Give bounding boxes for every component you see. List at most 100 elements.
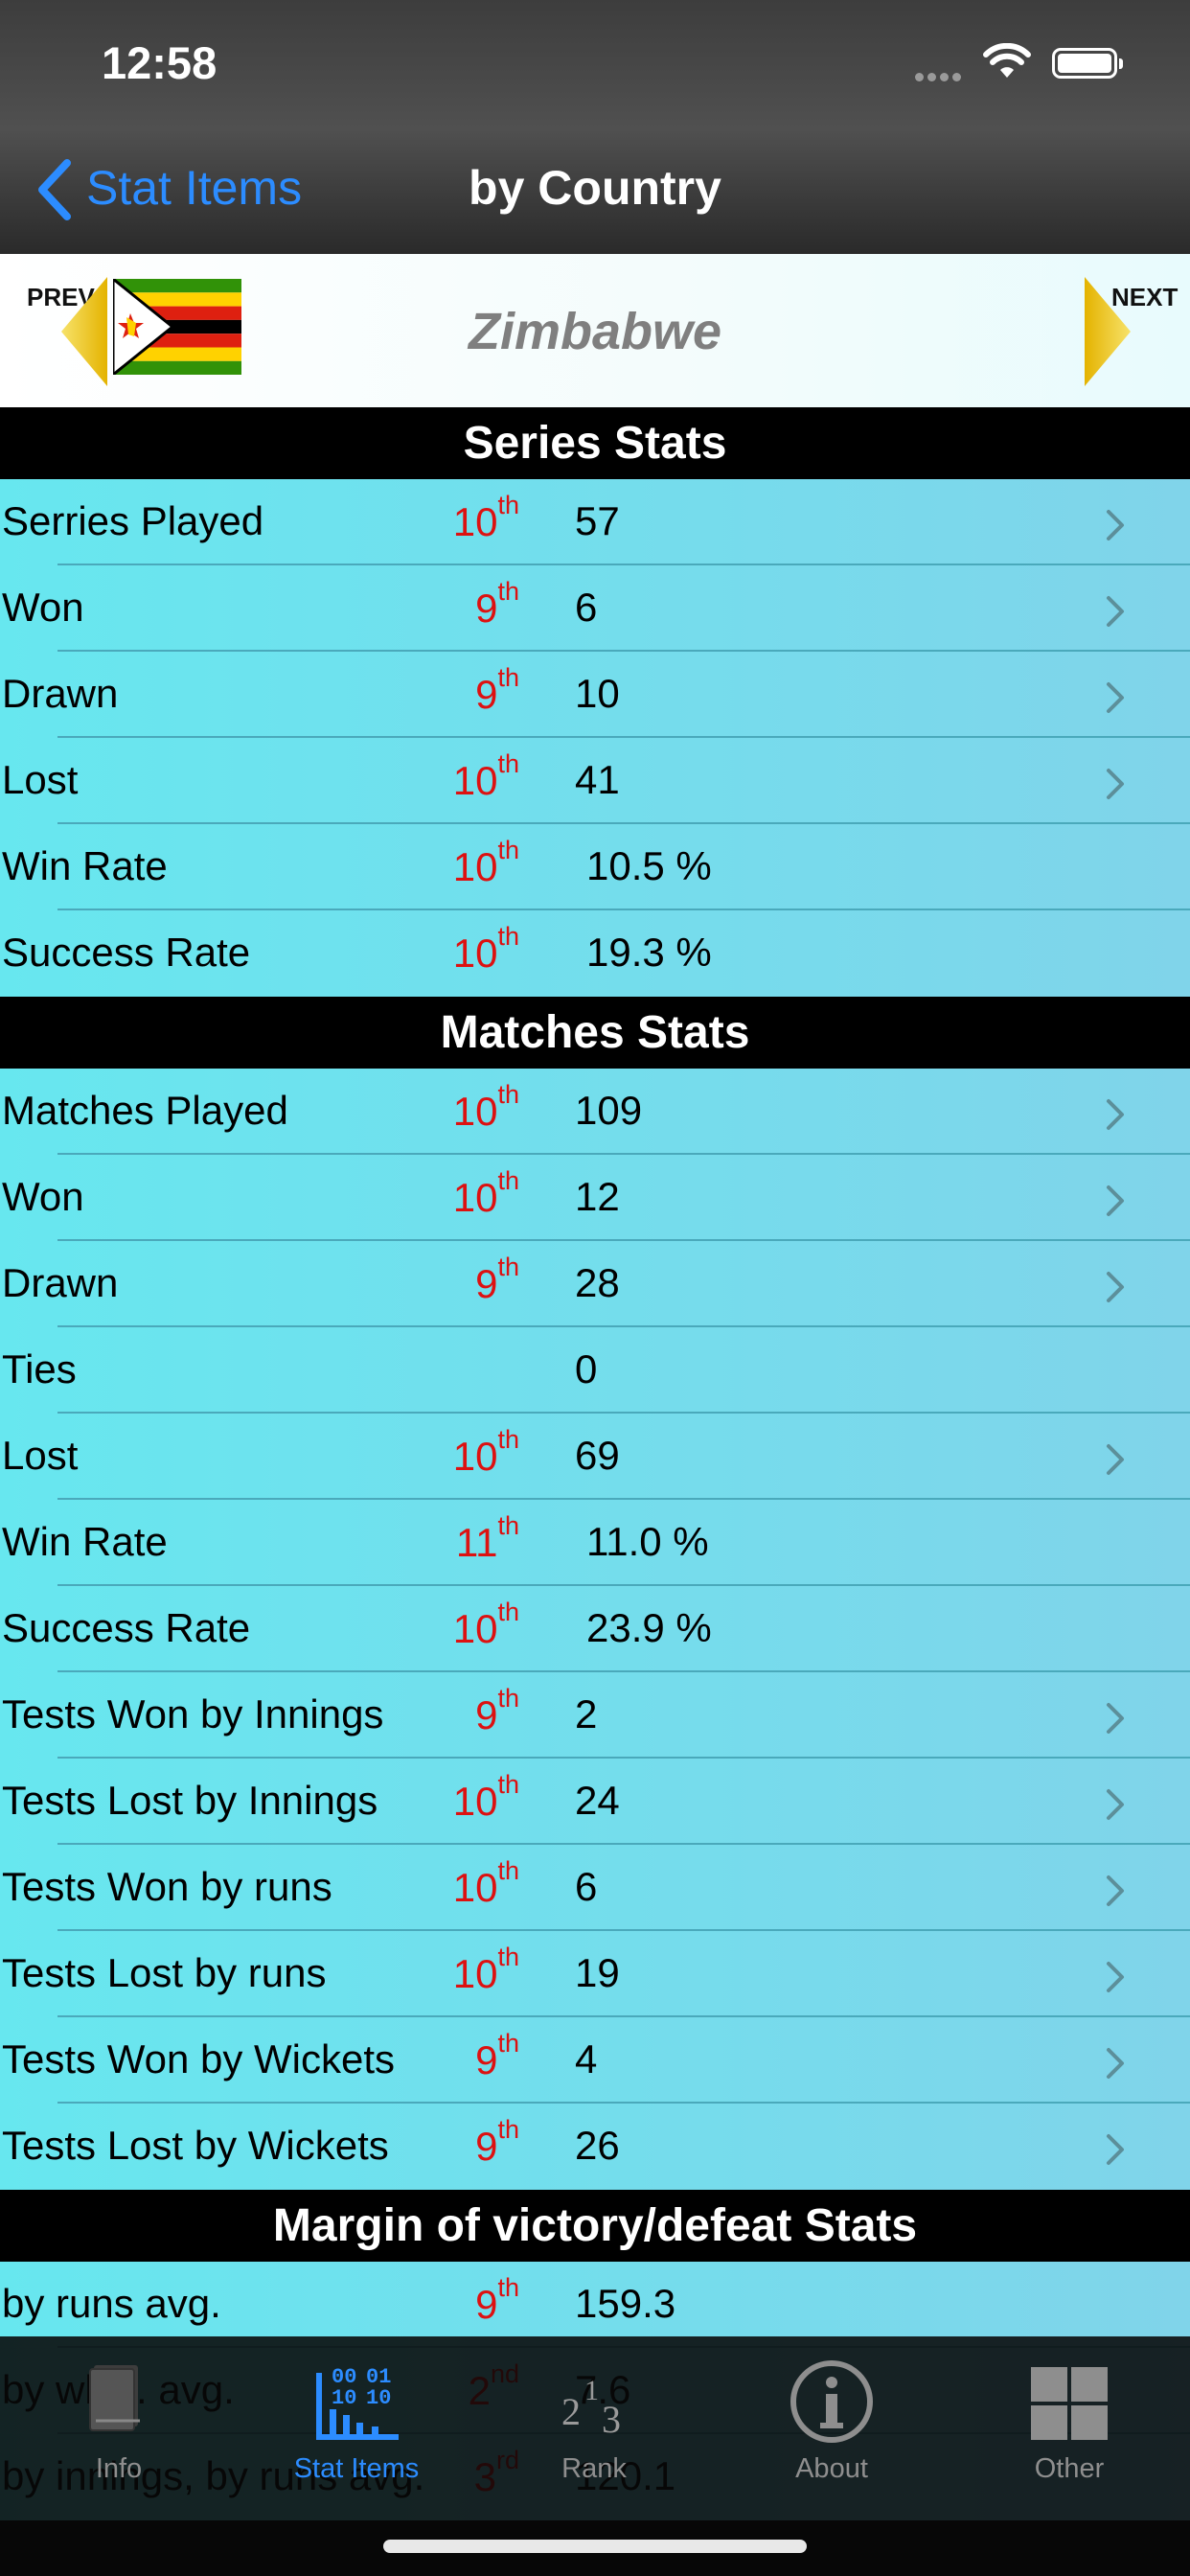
rank-number: 10 [452, 931, 498, 976]
rank-number: 10 [452, 1434, 498, 1479]
chevron-right-icon [1107, 769, 1124, 799]
rank-suffix: th [497, 1253, 519, 1281]
navigation-bar: Stat Items by Country [0, 129, 1190, 254]
tab-stat-items[interactable]: 00 01 10 10 Stat Items [238, 2336, 475, 2518]
battery-icon [1052, 48, 1123, 79]
stat-value: 6 [575, 1864, 598, 1909]
section-header: Matches Stats [0, 997, 1190, 1069]
stat-row[interactable]: Drawn 10 9th [0, 652, 1190, 738]
stat-row[interactable]: Matches Played 109 10th [0, 1069, 1190, 1155]
stat-rank: 11th [456, 1511, 519, 1566]
chevron-right-icon [1107, 596, 1124, 627]
stat-row[interactable]: Tests Lost by Innings 24 10th [0, 1759, 1190, 1845]
rank-suffix: th [497, 1943, 519, 1971]
status-bar: 12:58 [0, 0, 1190, 129]
tab-stat-items-label: Stat Items [293, 2453, 420, 2484]
rank-suffix: th [497, 1080, 519, 1109]
tab-other[interactable]: Other [950, 2336, 1188, 2518]
chevron-right-icon [1107, 1789, 1124, 1820]
rank-number: 10 [452, 1089, 498, 1134]
stat-value: 19 [575, 1950, 620, 1995]
rank-numbers-icon: 2 1 3 [561, 2375, 621, 2441]
stat-row[interactable]: Lost 69 10th [0, 1414, 1190, 1500]
chevron-right-icon [1107, 1185, 1124, 1216]
stat-row: by runs avg. 159.3 9th [0, 2262, 1190, 2348]
stat-row[interactable]: Won 6 9th [0, 565, 1190, 652]
rank-suffix: th [497, 2115, 519, 2144]
stat-value: 10.5 % [586, 843, 712, 888]
stat-label: Won [2, 1174, 84, 1219]
tab-info[interactable]: Info [0, 2336, 238, 2518]
rank-suffix: th [497, 577, 519, 606]
tab-info-label: Info [95, 2453, 143, 2484]
stat-label: Success Rate [2, 930, 251, 975]
stats-list: Series Stats Serries Played 57 10th Won 6 9th D… [0, 407, 1190, 2520]
stat-label: by runs avg. [2, 2281, 221, 2326]
status-time: 12:58 [102, 37, 217, 88]
chevron-right-icon [1107, 2048, 1124, 2079]
rank-number: 10 [452, 844, 498, 889]
grid-icon [1031, 2367, 1108, 2440]
rank-number: 9 [475, 2282, 498, 2327]
stat-rank: 10th [453, 1943, 519, 1997]
stat-value: 19.3 % [586, 930, 712, 975]
stat-row: Success Rate 19.3 % 10th [0, 910, 1190, 997]
stat-row[interactable]: Tests Lost by runs 19 10th [0, 1931, 1190, 2017]
tab-rank-label: Rank [561, 2453, 627, 2484]
rank-suffix: th [497, 2273, 519, 2302]
stat-label: Win Rate [2, 1519, 168, 1564]
book-icon [89, 2365, 140, 2431]
stat-value: 6 [575, 585, 598, 630]
stat-row[interactable]: Drawn 28 9th [0, 1241, 1190, 1327]
stat-label: Tests Lost by runs [2, 1950, 327, 1995]
stat-value: 12 [575, 1174, 620, 1219]
rank-number: 9 [475, 1261, 498, 1306]
stat-rank: 9th [475, 1253, 519, 1307]
info-circle-icon [790, 2360, 873, 2443]
rank-number: 10 [452, 1175, 498, 1220]
stat-value: 57 [575, 498, 620, 543]
stat-label: Tests Lost by Wickets [2, 2123, 389, 2168]
svg-text:10: 10 [332, 2386, 356, 2410]
tab-rank[interactable]: 2 1 3 Rank [475, 2336, 713, 2518]
tab-about[interactable]: About [713, 2336, 950, 2518]
stat-row[interactable]: Tests Lost by Wickets 26 9th [0, 2104, 1190, 2190]
rank-suffix: th [497, 1684, 519, 1713]
wifi-icon [983, 43, 1031, 78]
stat-label: Win Rate [2, 843, 168, 888]
chevron-right-icon [1107, 682, 1124, 713]
stat-value: 23.9 % [586, 1605, 712, 1650]
rank-suffix: th [497, 1166, 519, 1195]
stat-label: Ties [2, 1346, 77, 1392]
stat-value: 109 [575, 1088, 643, 1133]
chevron-right-icon [1107, 1703, 1124, 1734]
rank-number: 9 [475, 2124, 498, 2169]
rank-suffix: th [497, 922, 519, 951]
rank-number: 10 [452, 1606, 498, 1651]
chevron-right-icon [1107, 1875, 1124, 1906]
stat-row: Win Rate 11.0 % 11th [0, 1500, 1190, 1586]
chevron-right-icon [1107, 1444, 1124, 1475]
rank-suffix: th [497, 1425, 519, 1454]
rank-suffix: th [497, 1598, 519, 1626]
stat-row[interactable]: Tests Won by Innings 2 9th [0, 1672, 1190, 1759]
stat-row[interactable]: Lost 41 10th [0, 738, 1190, 824]
stat-rank: 10th [452, 1166, 519, 1221]
rank-number: 9 [475, 672, 498, 717]
chevron-right-icon [1107, 1272, 1124, 1302]
stat-row[interactable]: Serries Played 57 10th [0, 479, 1190, 565]
stat-label: Serries Played [2, 498, 264, 543]
stat-rank: 10th [453, 1856, 519, 1911]
tab-other-label: Other [1034, 2453, 1105, 2484]
stat-row[interactable]: Won 12 10th [0, 1155, 1190, 1241]
stat-value: 69 [575, 1433, 620, 1478]
svg-text:3: 3 [602, 2398, 621, 2441]
rank-suffix: th [497, 663, 519, 692]
stat-label: Lost [2, 757, 79, 802]
tab-about-label: About [795, 2453, 868, 2484]
chevron-right-icon [1107, 1099, 1124, 1130]
stat-row[interactable]: Tests Won by runs 6 10th [0, 1845, 1190, 1931]
stat-row: Success Rate 23.9 % 10th [0, 1586, 1190, 1672]
stat-row[interactable]: Tests Won by Wickets 4 9th [0, 2017, 1190, 2104]
stat-row: Ties 0 [0, 1327, 1190, 1414]
